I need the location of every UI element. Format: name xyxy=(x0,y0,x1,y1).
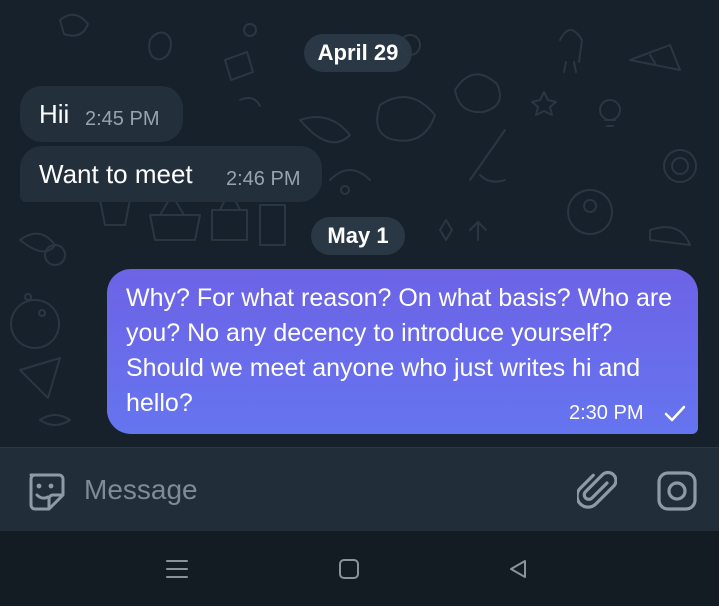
message-time: 2:45 PM xyxy=(85,108,160,130)
message-time: 2:46 PM xyxy=(226,168,301,190)
single-check-icon xyxy=(664,405,686,422)
message-bubble-outgoing[interactable]: Why? For what reason? On what basis? Who… xyxy=(107,269,698,434)
paperclip-icon[interactable] xyxy=(577,469,617,513)
date-separator: April 29 xyxy=(304,34,412,72)
message-text: Want to meet xyxy=(39,159,193,189)
message-input[interactable] xyxy=(84,470,554,510)
message-text: Why? For what reason? On what basis? Who… xyxy=(126,284,673,417)
home-icon[interactable] xyxy=(338,558,360,580)
back-icon[interactable] xyxy=(507,558,529,580)
menu-icon[interactable] xyxy=(165,558,189,580)
message-composer xyxy=(0,447,719,532)
message-time: 2:30 PM xyxy=(569,402,644,424)
chat-area[interactable]: April 29 Hii 2:45 PM Want to meet 2:46 P… xyxy=(0,0,719,447)
message-bubble-incoming[interactable]: Hii 2:45 PM xyxy=(20,86,183,142)
date-separator: May 1 xyxy=(311,217,405,255)
system-navigation-bar xyxy=(0,531,719,606)
message-text: Hii xyxy=(39,99,70,129)
camera-icon[interactable] xyxy=(656,470,698,512)
message-bubble-incoming[interactable]: Want to meet 2:46 PM xyxy=(20,146,322,202)
sticker-icon[interactable] xyxy=(24,470,66,512)
